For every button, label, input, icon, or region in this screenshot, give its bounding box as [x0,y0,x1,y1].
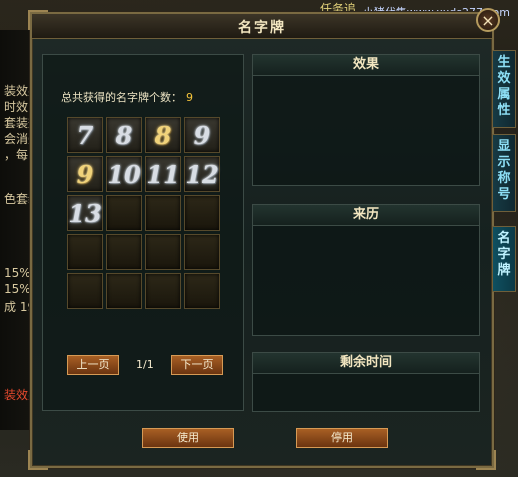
disable-button[interactable]: 停用 [296,428,388,448]
nameplate-slot[interactable] [145,234,181,270]
nameplate-slot[interactable]: 9 [67,156,103,192]
next-page-button[interactable]: 下一页 [171,355,223,375]
nameplate-slot[interactable]: 11 [145,156,181,192]
frame-corner [28,450,48,470]
nameplate-slot[interactable] [67,273,103,309]
nameplate-slot[interactable]: 7 [67,117,103,153]
count-value: 9 [186,91,193,104]
nameplate-slot[interactable] [106,195,142,231]
nameplate-slot[interactable]: 8 [145,117,181,153]
prev-page-button[interactable]: 上一页 [67,355,119,375]
nameplate-glyph: 9 [76,159,94,189]
nameplate-slot[interactable]: 12 [184,156,220,192]
nameplate-slot[interactable] [145,195,181,231]
nameplate-slot[interactable] [145,273,181,309]
bg-line: 15% [4,266,31,280]
nameplate-slot[interactable]: 8 [106,117,142,153]
source-heading: 来历 [253,205,479,226]
nameplate-count: 总共获得的名字牌个数： 9 [61,89,193,105]
nameplate-slot[interactable] [184,195,220,231]
window-title: 名字牌 [238,20,286,36]
use-button[interactable]: 使用 [142,428,234,448]
bg-line: ，每 [4,148,29,162]
nameplate-slot[interactable] [67,234,103,270]
nameplate-glyph: 7 [76,120,94,150]
nameplate-glyph: 12 [185,159,219,189]
nameplate-glyph: 13 [68,198,102,228]
nameplate-grid: 7 8 8 9 9 10 11 12 13 [67,117,223,309]
nameplate-slot[interactable] [184,234,220,270]
time-panel: 剩余时间 [252,352,480,412]
nameplate-glyph: 8 [115,120,133,150]
bg-line: 15% [4,282,31,296]
nameplate-glyph: 8 [154,120,172,150]
tab-display-title[interactable]: 显示称号 [492,134,516,212]
bg-line: 时效 [4,100,29,114]
nameplate-slot[interactable]: 10 [106,156,142,192]
effect-panel: 效果 [252,54,480,186]
tab-nameplate[interactable]: 名字牌 [492,226,516,292]
nameplate-glyph: 10 [107,159,141,189]
nameplate-window: 名字牌 × 总共获得的名字牌个数： 9 7 8 8 9 9 10 11 12 13 上一页 1/1… [28,8,500,470]
nameplate-slot[interactable]: 9 [184,117,220,153]
nameplate-glyph: 11 [146,159,180,189]
nameplate-slot[interactable] [106,234,142,270]
window-titlebar: 名字牌 [32,14,492,39]
source-panel: 来历 [252,204,480,336]
page-indicator: 1/1 [136,358,154,371]
frame-corner [476,450,496,470]
nameplate-slot[interactable] [184,273,220,309]
tab-effect-attributes[interactable]: 生效属性 [492,50,516,128]
effect-heading: 效果 [253,55,479,76]
close-button[interactable]: × [476,8,500,32]
nameplate-list-panel: 总共获得的名字牌个数： 9 7 8 8 9 9 10 11 12 13 上一页 1/1 下一页 [42,54,244,411]
count-label: 总共获得的名字牌个数： [61,91,182,104]
nameplate-glyph: 9 [193,120,211,150]
nameplate-slot[interactable] [106,273,142,309]
time-heading: 剩余时间 [253,353,479,374]
nameplate-slot[interactable]: 13 [67,195,103,231]
